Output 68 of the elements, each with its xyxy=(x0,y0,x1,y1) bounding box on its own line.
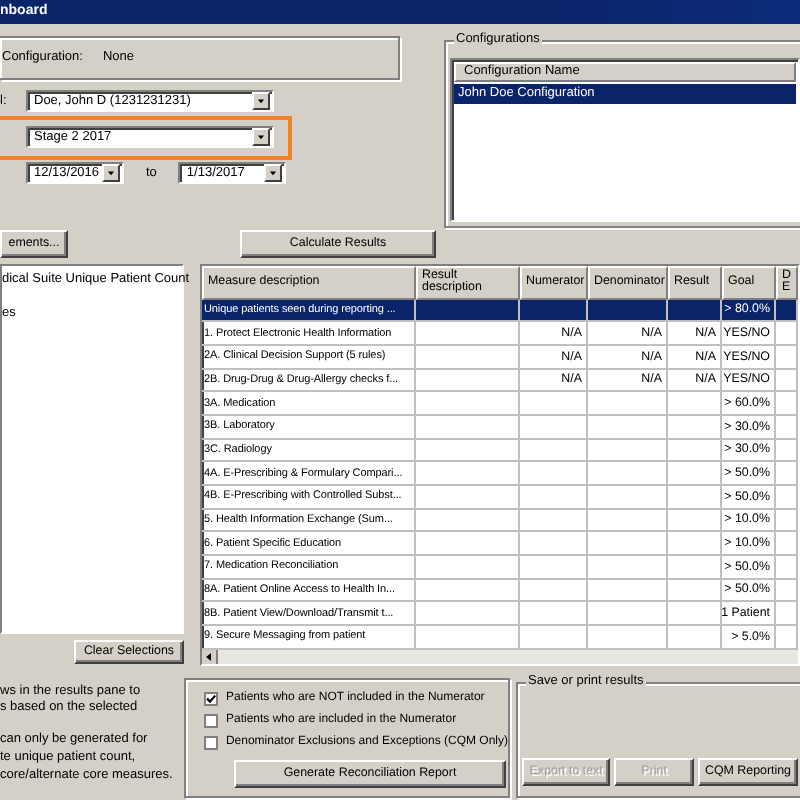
table-cell xyxy=(776,369,798,393)
table-cell xyxy=(588,485,668,510)
table-cell xyxy=(416,299,520,323)
table-cell xyxy=(416,509,520,533)
checkbox[interactable] xyxy=(204,691,218,706)
table-cell xyxy=(668,532,722,556)
table-cell xyxy=(416,555,520,580)
caret-icon[interactable] xyxy=(102,163,120,182)
table-cell xyxy=(520,602,588,626)
table-cell xyxy=(776,532,798,556)
table-cell xyxy=(520,462,588,486)
checkbox[interactable] xyxy=(204,735,218,750)
table-cell xyxy=(416,415,520,440)
table-cell xyxy=(776,602,798,626)
table-cell xyxy=(588,299,668,323)
table-cell xyxy=(776,555,798,580)
table-cell xyxy=(668,299,722,323)
table-cell xyxy=(588,439,668,463)
table-cell xyxy=(668,555,722,580)
caret-icon[interactable] xyxy=(264,163,283,182)
table-cell xyxy=(416,532,520,556)
table-cell xyxy=(520,485,588,510)
table-cell xyxy=(776,439,798,463)
table-cell xyxy=(776,509,798,533)
table-cell xyxy=(776,462,798,486)
table-cell xyxy=(520,392,588,416)
table-cell xyxy=(416,602,520,626)
table-cell xyxy=(776,415,798,440)
table-cell xyxy=(668,415,722,440)
table-cell xyxy=(520,509,588,533)
table-cell xyxy=(588,555,668,580)
table-cell xyxy=(588,532,668,556)
table-cell xyxy=(520,555,588,580)
table-cell xyxy=(668,485,722,510)
table-cell xyxy=(416,439,520,463)
table-cell xyxy=(520,579,588,603)
table-cell xyxy=(416,579,520,603)
table-cell xyxy=(776,345,798,370)
table-cell xyxy=(520,299,588,323)
caret-icon[interactable] xyxy=(252,128,270,147)
table-cell xyxy=(668,509,722,533)
table-cell xyxy=(668,462,722,486)
table-cell xyxy=(588,602,668,626)
table-cell xyxy=(668,602,722,626)
table-cell xyxy=(520,415,588,440)
checkbox[interactable] xyxy=(204,713,218,728)
table-cell xyxy=(668,439,722,463)
table-cell xyxy=(416,369,520,393)
table-cell xyxy=(588,509,668,533)
table-cell xyxy=(588,462,668,486)
table-cell xyxy=(776,322,798,346)
table-cell xyxy=(776,485,798,510)
table-cell xyxy=(668,392,722,416)
table-cell xyxy=(416,322,520,346)
table-cell xyxy=(416,462,520,486)
table-cell xyxy=(776,392,798,416)
table-cell xyxy=(588,579,668,603)
table-cell xyxy=(520,532,588,556)
table-cell xyxy=(776,579,798,603)
table-cell xyxy=(416,485,520,510)
table-cell xyxy=(416,392,520,416)
table-cell xyxy=(668,579,722,603)
table-cell xyxy=(588,392,668,416)
caret-icon[interactable] xyxy=(252,91,270,110)
table-cell xyxy=(520,439,588,463)
table-cell xyxy=(776,299,798,323)
table-cell xyxy=(588,415,668,440)
table-cell xyxy=(416,345,520,370)
